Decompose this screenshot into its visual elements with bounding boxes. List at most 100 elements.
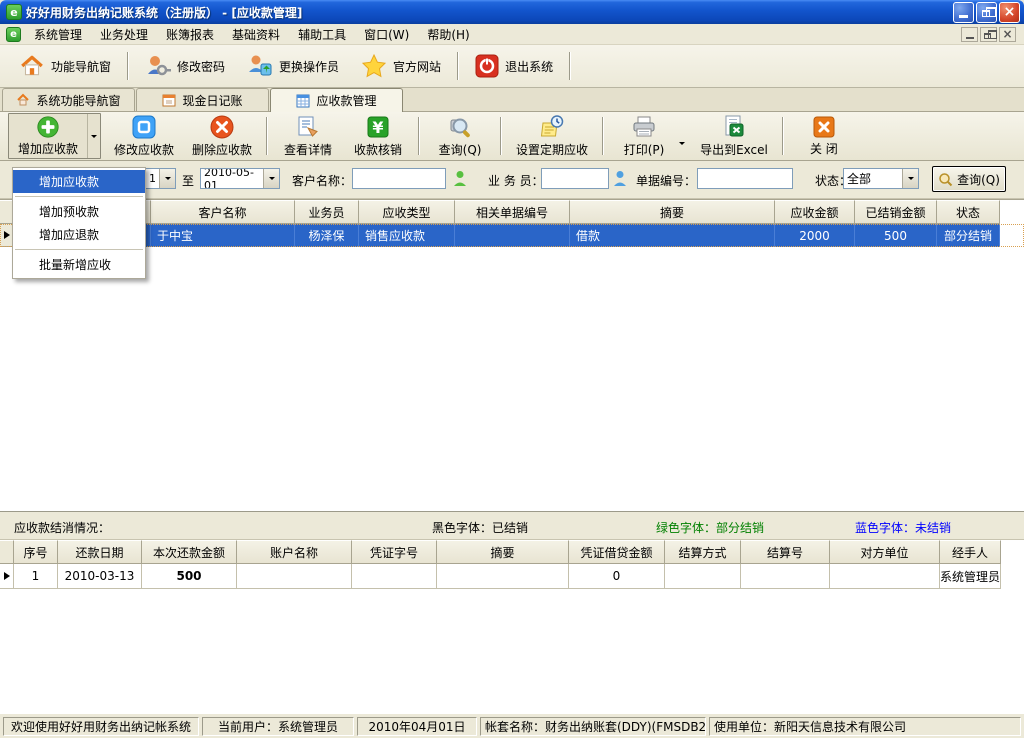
customer-label: 客户名称： [292, 172, 352, 189]
switch-operator-button[interactable]: 更换操作员 [236, 48, 350, 84]
menu-business[interactable]: 业务处理 [91, 24, 157, 45]
column-header-salesman[interactable]: 业务员 [295, 200, 359, 224]
restore-icon [982, 10, 990, 17]
status-company: 使用单位：新阳天信息技术有限公司 [709, 717, 1021, 736]
menu-item-add-refund[interactable]: 增加应退款 [13, 223, 145, 246]
cell-settle-method [665, 564, 741, 589]
table-row-selected[interactable]: 于中宝 杨泽保 销售应收款 借款 2000 500 部分结销 [0, 224, 1024, 247]
yen-icon: ¥ [365, 114, 391, 140]
menu-window[interactable]: 窗口(W) [355, 24, 418, 45]
official-website-label: 官方网站 [393, 58, 441, 75]
caret-down-icon [91, 135, 97, 138]
column-header-status[interactable]: 状态 [937, 200, 1000, 224]
legend-partial: 绿色字体：部分结销 [656, 519, 764, 536]
menu-tools[interactable]: 辅助工具 [289, 24, 355, 45]
separator [500, 117, 502, 155]
cell-repay-amount: 500 [142, 564, 237, 589]
add-receivable-button[interactable]: 增加应收款 [9, 114, 87, 158]
print-dropdown-arrow[interactable] [679, 142, 685, 145]
cell-voucher-amount: 0 [569, 564, 665, 589]
add-receivable-dropdown-arrow[interactable] [87, 114, 100, 158]
view-details-button[interactable]: 查看详情 [273, 113, 343, 159]
cell-seq: 1 [14, 564, 58, 589]
column-header-counterparty[interactable]: 对方单位 [830, 540, 940, 564]
restore-button[interactable] [976, 2, 997, 23]
column-header-handler[interactable]: 经手人 [940, 540, 1001, 564]
doc-no-input[interactable] [697, 168, 793, 189]
tab-system-navigator[interactable]: 系统功能导航窗 [2, 88, 135, 111]
column-header-summary[interactable]: 摘要 [570, 200, 775, 224]
window-title: 好好用财务出纳记账系统（注册版） - [应收款管理] [26, 4, 953, 21]
view-details-label: 查看详情 [284, 141, 332, 158]
detail-icon [295, 114, 321, 140]
menu-separator [15, 249, 143, 250]
column-header-settle-no[interactable]: 结算号 [741, 540, 830, 564]
legend-bar: 应收款结消情况： 黑色字体：已结销 绿色字体：部分结销 蓝色字体：未结销 [0, 511, 1024, 540]
official-website-button[interactable]: 官方网站 [350, 48, 452, 84]
column-header-settle-method[interactable]: 结算方式 [665, 540, 741, 564]
exit-system-button[interactable]: 退出系统 [464, 49, 564, 83]
mdi-child-icon: e [6, 27, 21, 42]
status-combo[interactable]: 全部 [843, 168, 919, 189]
column-header-voucher-amount[interactable]: 凭证借贷金额 [569, 540, 665, 564]
mdi-minimize-button[interactable] [961, 27, 978, 42]
set-recurring-button[interactable]: 设置定期应收 [507, 113, 597, 159]
edit-receivable-button[interactable]: 修改应收款 [105, 113, 183, 159]
detail-table-row[interactable]: 1 2010-03-13 500 0 系统管理员 [0, 564, 1024, 589]
minimize-button[interactable] [953, 2, 974, 23]
exit-system-label: 退出系统 [505, 58, 553, 75]
tab-cash-journal[interactable]: 现金日记账 [136, 88, 269, 111]
password-key-icon [145, 53, 171, 79]
menu-item-add-receivable[interactable]: 增加应收款 [13, 170, 145, 193]
mdi-restore-icon [984, 33, 991, 39]
query-button-toolbar[interactable]: 查询(Q) [425, 113, 495, 159]
date-to-combo[interactable]: 2010-05-01 [200, 168, 280, 189]
print-button[interactable]: 打印(P) [609, 113, 679, 159]
column-header-type[interactable]: 应收类型 [359, 200, 455, 224]
menu-system[interactable]: 系统管理 [25, 24, 91, 45]
nav-window-button[interactable]: 功能导航窗 [8, 48, 122, 84]
column-header-summary[interactable]: 摘要 [437, 540, 569, 564]
status-dropdown-button[interactable] [902, 169, 918, 188]
close-panel-button[interactable]: 关 闭 [789, 113, 859, 159]
indicator-header-cell [0, 540, 14, 564]
query-submit-button[interactable]: 查询(Q) [932, 166, 1006, 192]
cell-status: 部分结销 [937, 224, 1000, 247]
settle-payment-button[interactable]: ¥ 收款核销 [343, 113, 413, 159]
change-password-button[interactable]: 修改密码 [134, 48, 236, 84]
date-from-dropdown-button[interactable] [159, 169, 175, 188]
mdi-close-button[interactable]: × [999, 27, 1016, 42]
cell-account [237, 564, 352, 589]
close-panel-label: 关 闭 [810, 140, 838, 157]
column-header-seq[interactable]: 序号 [14, 540, 58, 564]
menu-reports[interactable]: 账簿报表 [157, 24, 223, 45]
export-excel-button[interactable]: 导出到Excel [691, 113, 777, 159]
separator [602, 117, 604, 155]
set-recurring-label: 设置定期应收 [516, 141, 588, 158]
menu-item-add-prereceipt[interactable]: 增加预收款 [13, 200, 145, 223]
close-button[interactable]: × [999, 2, 1020, 23]
close-x-icon [812, 115, 836, 139]
column-header-amount[interactable]: 应收金额 [775, 200, 855, 224]
column-header-repay-date[interactable]: 还款日期 [58, 540, 142, 564]
date-to-dropdown-button[interactable] [263, 169, 279, 188]
menu-basedata[interactable]: 基础资料 [223, 24, 289, 45]
menu-item-batch-add[interactable]: 批量新增应收 [13, 253, 145, 276]
column-header-voucher-no[interactable]: 凭证字号 [352, 540, 437, 564]
column-header-repay-amount[interactable]: 本次还款金额 [142, 540, 237, 564]
calendar-icon [162, 93, 176, 107]
delete-receivable-button[interactable]: 删除应收款 [183, 113, 261, 159]
add-receivable-split-button: 增加应收款 [8, 113, 101, 159]
column-header-docno[interactable]: 相关单据编号 [455, 200, 570, 224]
column-header-customer[interactable]: 客户名称 [151, 200, 295, 224]
salesman-input[interactable] [541, 168, 609, 189]
menu-help[interactable]: 帮助(H) [418, 24, 478, 45]
edit-icon [131, 114, 157, 140]
title-bar: e 好好用财务出纳记账系统（注册版） - [应收款管理] × [0, 0, 1024, 24]
tab-receivables-management[interactable]: 应收款管理 [270, 88, 403, 112]
column-header-account[interactable]: 账户名称 [237, 540, 352, 564]
customer-input[interactable] [352, 168, 446, 189]
print-label: 打印(P) [624, 141, 665, 158]
column-header-settled[interactable]: 已结销金额 [855, 200, 937, 224]
mdi-restore-button[interactable] [980, 27, 997, 42]
